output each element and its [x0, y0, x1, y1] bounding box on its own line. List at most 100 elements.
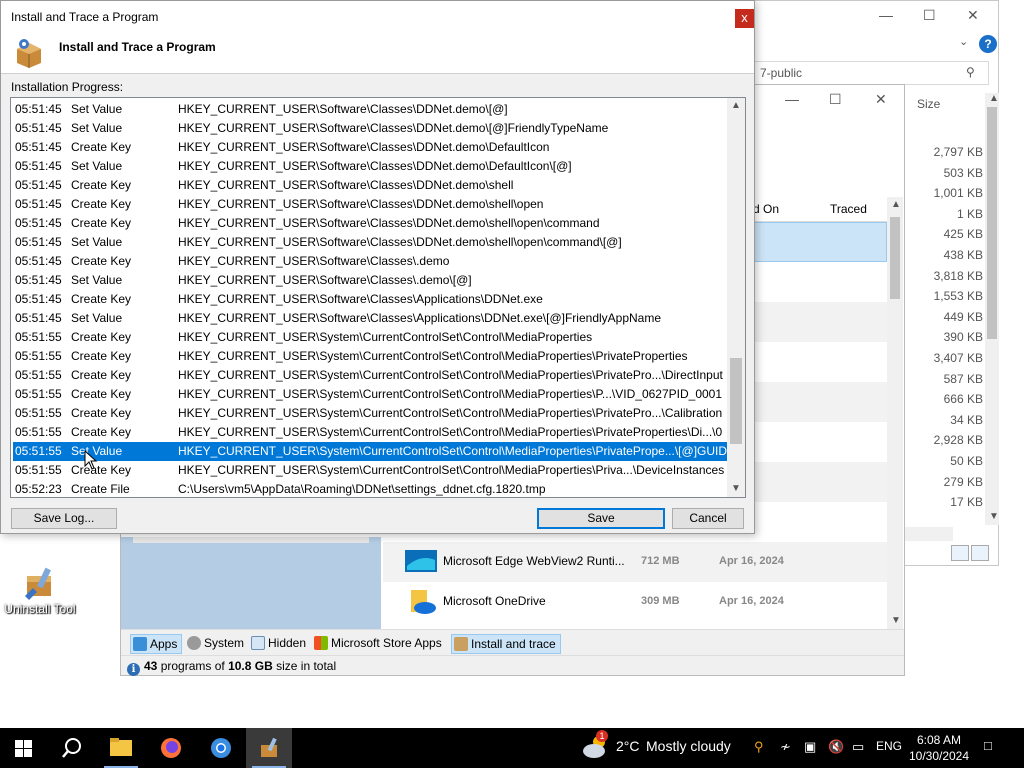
column-header-size[interactable]: Size: [917, 97, 940, 111]
scroll-down-icon[interactable]: ▼: [731, 483, 741, 494]
uninstall-tool-icon: [23, 566, 57, 600]
log-row[interactable]: 05:51:55 Create Key HKEY_CURRENT_USER\Syst…: [13, 461, 727, 480]
taskbar-file-explorer[interactable]: [98, 728, 144, 768]
vertical-scrollbar[interactable]: ▲ ▼: [887, 197, 903, 629]
log-row[interactable]: 05:51:45 Set Value HKEY_CURRENT_USER\Softw…: [13, 309, 727, 328]
log-row[interactable]: 05:52:23 Create File C:\Users\vm5\AppData\…: [13, 480, 727, 497]
language-indicator[interactable]: ENG: [876, 739, 902, 753]
log-row[interactable]: 05:51:55 Create Key HKEY_CURRENT_USER\Syst…: [13, 423, 727, 442]
notifications-icon[interactable]: □: [984, 738, 992, 753]
log-row[interactable]: 05:51:45 Create Key HKEY_CURRENT_USER\Soft…: [13, 195, 727, 214]
tab-install-and-trace[interactable]: Install and trace: [451, 634, 561, 654]
file-size: 449 KB: [943, 309, 983, 324]
dialog-title-bar[interactable]: Install and Trace a Program x: [1, 1, 754, 32]
file-size: 17 KB: [950, 495, 983, 510]
maximize-icon[interactable]: ☐: [923, 7, 936, 24]
close-icon[interactable]: ✕: [875, 91, 887, 108]
log-action: Create Key: [71, 349, 132, 363]
file-size: 3,818 KB: [933, 268, 983, 283]
log-action: Create Key: [71, 197, 132, 211]
log-row[interactable]: 05:51:45 Set Value HKEY_CURRENT_USER\Softw…: [13, 271, 727, 290]
security-icon[interactable]: ▣: [804, 739, 816, 755]
list-item[interactable]: Microsoft Edge WebView2 Runti... 712 MB …: [383, 542, 887, 582]
vertical-scrollbar[interactable]: ▲ ▼: [985, 93, 999, 525]
close-icon[interactable]: ✕: [967, 7, 979, 24]
column-header-traced[interactable]: Traced: [830, 197, 867, 221]
log-action: Create Key: [71, 463, 132, 477]
display-icon[interactable]: ▭: [852, 739, 864, 755]
network-offline-icon[interactable]: ≁: [780, 739, 791, 755]
tab-system[interactable]: System: [185, 634, 248, 654]
tab-apps[interactable]: Apps: [130, 634, 183, 654]
scroll-up-icon[interactable]: ▲: [989, 93, 999, 104]
log-row[interactable]: 05:51:45 Create Key HKEY_CURRENT_USER\Soft…: [13, 290, 727, 309]
taskbar-firefox[interactable]: [148, 728, 194, 768]
search-button[interactable]: [48, 728, 94, 768]
column-header-installed-on[interactable]: d On: [753, 197, 779, 221]
log-row[interactable]: 05:51:55 Create Key HKEY_CURRENT_USER\Syst…: [13, 347, 727, 366]
file-size: 1,001 KB: [933, 186, 983, 201]
log-path: HKEY_CURRENT_USER\Software\Classes\DDNet…: [178, 235, 622, 249]
details-view-icon[interactable]: [951, 545, 969, 561]
log-row[interactable]: 05:51:45 Set Value HKEY_CURRENT_USER\Softw…: [13, 100, 727, 119]
log-path: HKEY_CURRENT_USER\System\CurrentControlS…: [178, 330, 593, 344]
install-trace-dialog: Install and Trace a Program x Install an…: [0, 0, 755, 534]
scroll-thumb[interactable]: [987, 107, 997, 339]
desktop-icon-uninstall-tool[interactable]: Uninstall Tool: [2, 566, 78, 616]
log-time: 05:51:45: [15, 273, 62, 287]
log-row[interactable]: 05:51:55 Create Key HKEY_CURRENT_USER\Syst…: [13, 366, 727, 385]
log-path: HKEY_CURRENT_USER\Software\Classes\Appli…: [178, 292, 543, 306]
log-row[interactable]: 05:51:45 Create Key HKEY_CURRENT_USER\Soft…: [13, 176, 727, 195]
log-action: Set Value: [71, 159, 123, 173]
minimize-icon[interactable]: —: [879, 7, 893, 23]
scroll-thumb[interactable]: [730, 358, 742, 444]
log-row[interactable]: 05:51:45 Set Value HKEY_CURRENT_USER\Softw…: [13, 157, 727, 176]
scroll-down-icon[interactable]: ▼: [989, 511, 999, 522]
search-tray-icon[interactable]: ⚲: [754, 739, 764, 755]
scroll-up-icon[interactable]: ▲: [731, 100, 741, 111]
taskbar-uninstall-tool[interactable]: [246, 728, 292, 768]
save-log-button[interactable]: Save Log...: [11, 508, 117, 529]
close-button[interactable]: x: [735, 9, 754, 28]
log-row[interactable]: 05:51:45 Create Key HKEY_CURRENT_USER\Soft…: [13, 252, 727, 271]
log-action: Create Key: [71, 140, 132, 154]
log-row[interactable]: 05:51:45 Create Key HKEY_CURRENT_USER\Soft…: [13, 138, 727, 157]
file-size: 3,407 KB: [933, 350, 983, 365]
log-row[interactable]: 05:51:45 Set Value HKEY_CURRENT_USER\Softw…: [13, 233, 727, 252]
log-path: HKEY_CURRENT_USER\System\CurrentControlS…: [178, 387, 723, 401]
save-button[interactable]: Save: [537, 508, 665, 529]
address-text: 7-public: [760, 66, 803, 80]
tab-microsoft-store-apps[interactable]: Microsoft Store Apps: [312, 634, 446, 654]
size-column: 2,797 KB 503 KB 1,001 KB 1 KB 425 KB 438 KB 3,…: [903, 145, 983, 516]
large-icons-view-icon[interactable]: [971, 545, 989, 561]
log-time: 05:51:55: [15, 387, 62, 401]
log-row[interactable]: 05:51:55 Create Key HKEY_CURRENT_USER\Syst…: [13, 328, 727, 347]
tab-hidden[interactable]: Hidden: [249, 634, 310, 654]
scroll-down-icon[interactable]: ▼: [891, 615, 901, 626]
minimize-icon[interactable]: —: [785, 91, 799, 107]
scroll-thumb[interactable]: [890, 217, 900, 299]
scroll-up-icon[interactable]: ▲: [891, 199, 901, 210]
log-row[interactable]: 05:51:55 Create Key HKEY_CURRENT_USER\Syst…: [13, 385, 727, 404]
log-row[interactable]: 05:51:55 Set Value HKEY_CURRENT_USER\Syste…: [13, 442, 727, 461]
log-row[interactable]: 05:51:45 Create Key HKEY_CURRENT_USER\Soft…: [13, 214, 727, 233]
trace-log-list[interactable]: 05:51:45 Set Value HKEY_CURRENT_USER\Softw…: [10, 97, 746, 498]
taskbar-chrome[interactable]: [198, 728, 244, 768]
log-time: 05:51:45: [15, 178, 62, 192]
log-action: Create Key: [71, 425, 132, 439]
log-action: Set Value: [71, 121, 123, 135]
vertical-scrollbar[interactable]: ▲ ▼: [727, 98, 745, 497]
log-time: 05:51:45: [15, 159, 62, 173]
maximize-icon[interactable]: ☐: [829, 91, 842, 108]
log-path: HKEY_CURRENT_USER\System\CurrentControlS…: [178, 463, 725, 477]
clock[interactable]: 6:08 AM 10/30/2024: [908, 732, 970, 764]
chevron-down-icon[interactable]: ⌄: [959, 35, 968, 48]
log-row[interactable]: 05:51:55 Create Key HKEY_CURRENT_USER\Syst…: [13, 404, 727, 423]
volume-muted-icon[interactable]: 🔇: [828, 739, 844, 755]
search-input[interactable]: 7-public ⚲: [753, 61, 989, 85]
list-item[interactable]: Microsoft OneDrive 309 MB Apr 16, 2024: [383, 582, 887, 622]
help-icon[interactable]: ?: [979, 35, 997, 53]
start-button[interactable]: [0, 728, 46, 768]
cancel-button[interactable]: Cancel: [672, 508, 744, 529]
log-row[interactable]: 05:51:45 Set Value HKEY_CURRENT_USER\Softw…: [13, 119, 727, 138]
